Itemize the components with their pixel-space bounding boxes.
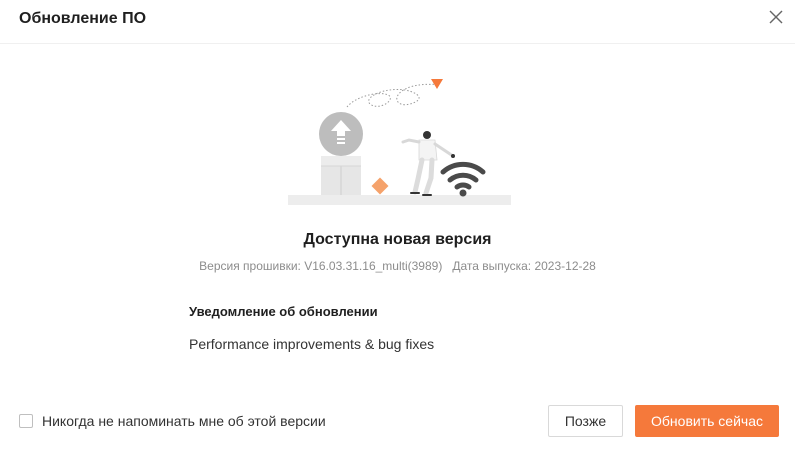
person-figure [401,131,455,196]
ground-shape [288,195,511,205]
diamond-icon [371,177,389,195]
update-available-heading: Доступна новая версия [303,231,492,248]
triangle-marker-icon [431,79,443,89]
never-remind-checkbox[interactable] [19,414,33,428]
update-now-button[interactable]: Обновить сейчас [635,405,779,437]
release-date-value: 2023-12-28 [534,259,596,273]
update-illustration [285,72,515,210]
close-icon[interactable] [767,8,785,26]
upload-arrow-icon [319,112,363,156]
firmware-version-label: Версия прошивки: [199,259,301,273]
release-notes-body: Performance improvements & bug fixes [189,336,435,352]
wifi-icon [440,161,486,190]
dialog-header: Обновление ПО [0,0,795,44]
release-notes-title: Уведомление об обновлении [189,304,378,319]
version-info: Версия прошивки: V16.03.31.16_multi(3989… [0,258,795,274]
later-button[interactable]: Позже [548,405,623,437]
release-date-label: Дата выпуска: [452,259,532,273]
update-dialog: Обновление ПО Доступна новая версия Верс… [0,0,795,457]
box-icon [321,156,361,195]
never-remind-option[interactable]: Никогда не напоминать мне об этой версии [19,412,326,430]
dialog-title: Обновление ПО [19,10,147,27]
firmware-version-value: V16.03.31.16_multi(3989) [304,259,443,273]
never-remind-label: Никогда не напоминать мне об этой версии [42,413,326,429]
